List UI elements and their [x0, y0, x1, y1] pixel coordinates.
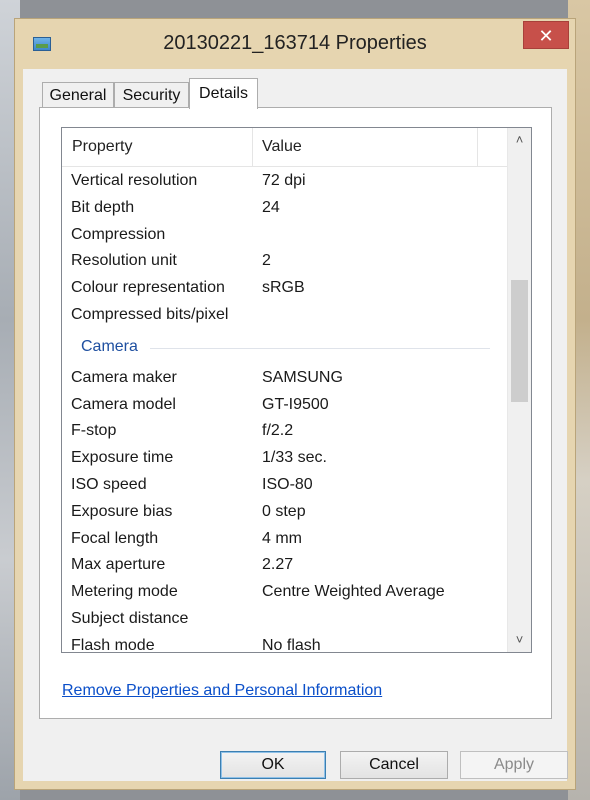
property-name: Metering mode [71, 583, 178, 601]
close-button[interactable]: ✕ [523, 21, 569, 49]
list-row[interactable]: Camera model GT-I9500 [62, 393, 508, 420]
property-name: Focal length [71, 529, 159, 547]
list-row[interactable]: Exposure bias 0 step [62, 500, 508, 527]
dialog-client-area: General Security Details Property Value … [23, 69, 568, 781]
property-name: Compressed bits/pixel [71, 305, 229, 323]
property-value: 4 mm [262, 529, 302, 547]
list-row[interactable]: Bit depth 24 [62, 196, 508, 223]
tab-security[interactable]: Security [114, 82, 189, 108]
details-panel: Property Value Vertical resolution 72 dpi… [39, 107, 552, 719]
property-name: Compression [71, 225, 166, 243]
column-header-value[interactable]: Value [262, 138, 302, 156]
property-name: Resolution unit [71, 252, 177, 270]
property-value: 1/33 sec. [262, 449, 327, 467]
list-row[interactable]: Exposure time 1/33 sec. [62, 446, 508, 473]
list-row[interactable]: Compressed bits/pixel [62, 303, 508, 330]
property-name: Colour representation [71, 279, 225, 297]
property-list[interactable]: Property Value Vertical resolution 72 dpi… [61, 127, 532, 653]
property-value: 24 [262, 198, 280, 216]
ok-button[interactable]: OK [220, 751, 326, 779]
property-value: 2.27 [262, 556, 294, 574]
list-header: Property Value [62, 128, 508, 167]
property-name: Camera maker [71, 368, 177, 386]
property-name: F-stop [71, 422, 117, 440]
column-divider[interactable] [477, 128, 478, 166]
property-value: ISO-80 [262, 475, 313, 493]
property-value: 72 dpi [262, 172, 306, 189]
property-value: SAMSUNG [262, 368, 343, 386]
tab-details[interactable]: Details [189, 78, 258, 109]
chevron-up-icon[interactable]: ˄ [508, 128, 531, 152]
property-name: Subject distance [71, 609, 189, 627]
property-value: sRGB [262, 279, 305, 297]
vertical-scrollbar[interactable]: ˄ ˅ [507, 128, 531, 652]
list-row[interactable]: F-stop f/2.2 [62, 419, 508, 446]
property-name: ISO speed [71, 475, 147, 493]
scrollbar-thumb[interactable] [511, 280, 528, 402]
properties-dialog: 20130221_163714 Properties ✕ General Sec… [14, 18, 576, 790]
list-row[interactable]: Metering mode Centre Weighted Average [62, 580, 508, 607]
property-name: Bit depth [71, 198, 135, 216]
property-value: No flash [262, 636, 321, 653]
property-name: Flash mode [71, 636, 155, 653]
list-row[interactable]: Camera maker SAMSUNG [62, 366, 508, 393]
property-name: Max aperture [71, 556, 166, 574]
column-divider[interactable] [252, 128, 253, 166]
property-value: 2 [262, 252, 271, 270]
list-row[interactable]: Resolution unit 2 [62, 249, 508, 276]
list-row[interactable]: ISO speed ISO-80 [62, 473, 508, 500]
property-name: Exposure time [71, 449, 174, 467]
property-value: f/2.2 [262, 422, 294, 440]
group-divider [150, 347, 490, 349]
cancel-button[interactable]: Cancel [340, 751, 448, 779]
list-row[interactable]: Colour representation sRGB [62, 276, 508, 303]
property-value: 0 step [262, 502, 306, 520]
tab-general[interactable]: General [42, 82, 114, 108]
list-row[interactable]: Compression [62, 223, 508, 250]
chevron-down-icon[interactable]: ˅ [508, 628, 531, 652]
property-value: Centre Weighted Average [262, 583, 445, 601]
list-row[interactable]: Focal length 4 mm [62, 527, 508, 554]
remove-properties-link[interactable]: Remove Properties and Personal Informati… [62, 682, 382, 700]
list-rows: Vertical resolution 72 dpi Bit depth 24 Co… [62, 169, 508, 653]
apply-button[interactable]: Apply [460, 751, 568, 779]
property-name: Camera model [71, 395, 176, 413]
title-bar[interactable]: 20130221_163714 Properties ✕ [15, 19, 575, 69]
group-header-camera[interactable]: Camera [62, 330, 508, 366]
property-name: Exposure bias [71, 502, 173, 520]
list-row[interactable]: Subject distance [62, 607, 508, 634]
list-row[interactable]: Max aperture 2.27 [62, 553, 508, 580]
window-title: 20130221_163714 Properties [163, 32, 427, 54]
column-header-property[interactable]: Property [72, 138, 132, 156]
property-name: Vertical resolution [71, 172, 198, 189]
property-value: GT-I9500 [262, 395, 329, 413]
list-row[interactable]: Flash mode No flash [62, 634, 508, 653]
list-row[interactable]: Vertical resolution 72 dpi [62, 169, 508, 196]
group-label: Camera [81, 337, 138, 355]
